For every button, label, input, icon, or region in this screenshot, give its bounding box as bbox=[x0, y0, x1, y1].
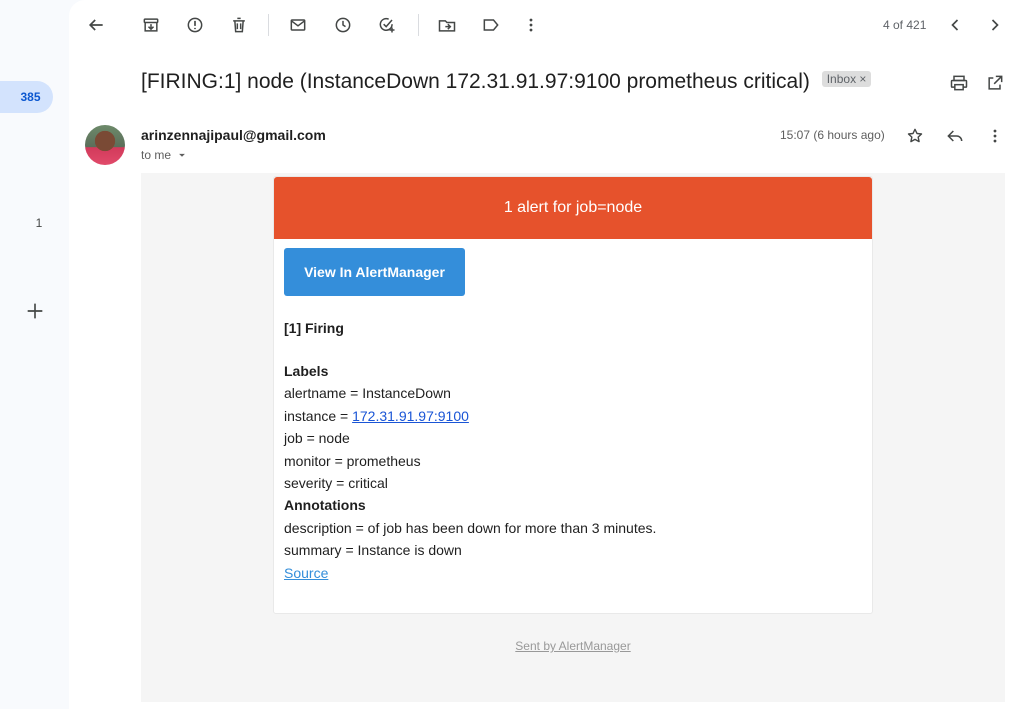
labels-heading: Labels bbox=[284, 363, 329, 379]
label-job: job = node bbox=[284, 430, 350, 447]
label-monitor: monitor = prometheus bbox=[284, 452, 421, 469]
alert-card: 1 alert for job=node View In AlertManage… bbox=[273, 176, 873, 614]
firing-heading: [1] Firing bbox=[284, 320, 344, 336]
reply-icon[interactable] bbox=[944, 125, 966, 147]
annotation-description: description = of job has been down for m… bbox=[284, 519, 657, 536]
print-icon[interactable] bbox=[948, 72, 970, 94]
chevron-down-icon bbox=[179, 153, 185, 157]
remove-label-icon[interactable]: × bbox=[859, 72, 866, 86]
email-body: 1 alert for job=node View In AlertManage… bbox=[141, 173, 1005, 702]
star-icon[interactable] bbox=[904, 125, 926, 147]
inbox-count-badge[interactable]: 385 bbox=[0, 81, 53, 113]
alert-details: [1] Firing Labels alertname = InstanceDo… bbox=[284, 317, 656, 584]
view-in-alertmanager-button[interactable]: View In AlertManager bbox=[284, 248, 465, 296]
alert-header: 1 alert for job=node bbox=[274, 177, 872, 239]
move-to-icon[interactable] bbox=[436, 14, 458, 36]
label-icon[interactable] bbox=[480, 14, 502, 36]
more-vert-icon[interactable] bbox=[520, 14, 542, 36]
add-task-icon[interactable] bbox=[376, 14, 398, 36]
snooze-icon[interactable] bbox=[332, 14, 354, 36]
sent-by-link[interactable]: Sent by AlertManager bbox=[141, 639, 1005, 653]
add-icon[interactable] bbox=[24, 300, 46, 322]
report-spam-icon[interactable] bbox=[184, 14, 206, 36]
open-in-new-window-icon[interactable] bbox=[984, 72, 1006, 94]
pager-count: 4 of 421 bbox=[883, 18, 927, 32]
instance-link[interactable]: 172.31.91.97:9100 bbox=[352, 408, 469, 424]
annotations-heading: Annotations bbox=[284, 497, 366, 514]
instance-prefix: instance = bbox=[284, 407, 353, 424]
label-alertname: alertname = InstanceDown bbox=[284, 385, 451, 402]
mark-unread-icon[interactable] bbox=[287, 14, 309, 36]
inbox-label-chip[interactable]: Inbox × bbox=[821, 71, 872, 88]
sent-time: 15:07 (6 hours ago) bbox=[780, 128, 885, 142]
label-instance: instance = 172.31.91.97:9100 bbox=[284, 405, 656, 427]
archive-icon[interactable] bbox=[140, 14, 162, 36]
chevron-left-icon[interactable] bbox=[944, 14, 966, 36]
recipient-text: to me bbox=[141, 148, 172, 162]
label-text: Inbox bbox=[826, 72, 857, 87]
back-arrow-icon[interactable] bbox=[85, 14, 107, 36]
email-subject: [FIRING:1] node (InstanceDown 172.31.91.… bbox=[141, 70, 872, 94]
subject-text: [FIRING:1] node (InstanceDown 172.31.91.… bbox=[141, 70, 810, 93]
label-severity: severity = critical bbox=[284, 475, 388, 492]
chevron-right-icon[interactable] bbox=[984, 14, 1006, 36]
avatar[interactable] bbox=[85, 125, 125, 165]
toolbar-divider bbox=[418, 14, 419, 36]
annotation-summary: summary = Instance is down bbox=[284, 542, 462, 559]
left-rail: 385 1 bbox=[0, 0, 69, 709]
recipient-dropdown[interactable]: to me bbox=[141, 148, 189, 162]
more-vert-icon[interactable] bbox=[984, 125, 1006, 147]
source-link[interactable]: Source bbox=[284, 565, 328, 581]
unread-count[interactable]: 1 bbox=[0, 216, 78, 230]
toolbar-divider bbox=[268, 14, 269, 36]
mail-view: 4 of 421 [FIRING:1] node (InstanceDown 1… bbox=[69, 0, 1015, 709]
toolbar: 4 of 421 bbox=[69, 0, 1015, 50]
delete-icon[interactable] bbox=[228, 14, 250, 36]
sender-email[interactable]: arinzennajipaul@gmail.com bbox=[141, 127, 326, 143]
